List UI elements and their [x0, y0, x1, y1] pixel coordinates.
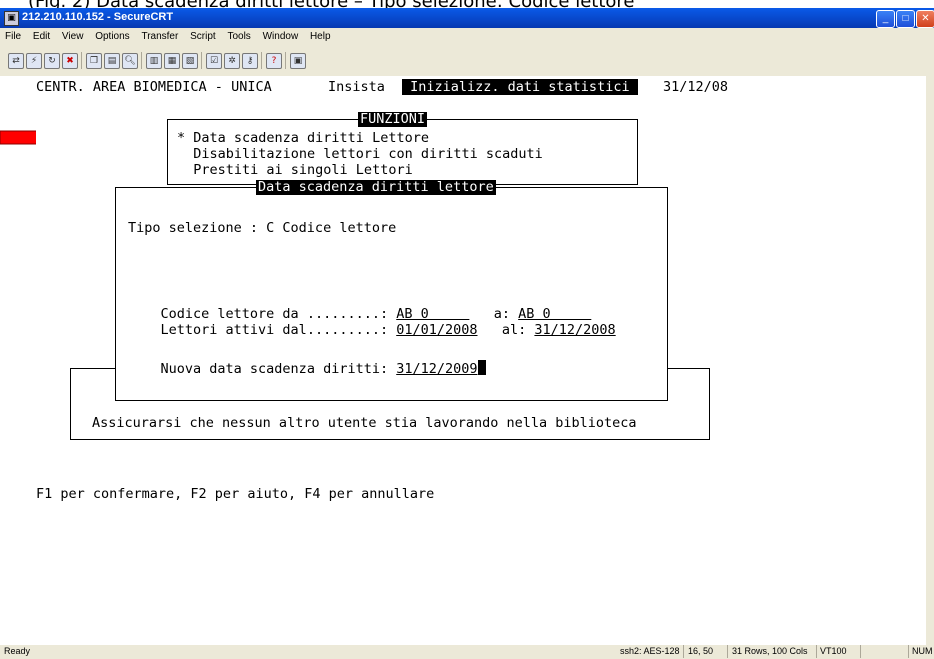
vertical-scrollbar[interactable]: [926, 76, 934, 645]
disconnect-icon[interactable]: ✖: [62, 53, 78, 69]
status-emulation: VT100: [820, 646, 847, 656]
status-bar: Ready ssh2: AES-128 16, 50 31 Rows, 100 …: [0, 645, 934, 659]
menu-item-data-scadenza[interactable]: * Data scadenza diritti Lettore: [177, 130, 429, 146]
reconnect-icon[interactable]: ↻: [44, 53, 60, 69]
minimize-button[interactable]: _: [876, 10, 895, 28]
paste-icon[interactable]: ▤: [104, 53, 120, 69]
status-cursor-pos: 16, 50: [688, 646, 714, 656]
global-options-icon[interactable]: ✲: [224, 53, 240, 69]
attivi-al-label: al:: [477, 322, 535, 338]
warning-text: Assicurarsi che nessun altro utente stia…: [92, 415, 637, 431]
attivi-dal-label: Lettori attivi dal.........:: [160, 322, 397, 338]
menu-bar: File Edit View Options Transfer Script T…: [0, 28, 934, 46]
menu-view[interactable]: View: [57, 28, 88, 42]
header-date: 31/12/08: [663, 79, 729, 95]
toolbar: ⇄ ⚡ ↻ ✖ ❐ ▤ 🔍︎ ▥ ▦ ▧ ☑ ✲ ⚷ ? ▣: [0, 46, 934, 77]
left-margin: [0, 76, 37, 645]
keymap-icon[interactable]: ⚷: [242, 53, 258, 69]
menu-script[interactable]: Script: [185, 28, 220, 42]
menu-item-disabilitazione[interactable]: Disabilitazione lettori con diritti scad…: [177, 146, 543, 162]
text-cursor: [477, 360, 486, 375]
print-setup-icon[interactable]: ▥: [146, 53, 162, 69]
attivi-dal-field[interactable]: 01/01/2008: [396, 322, 477, 338]
menu-help[interactable]: Help: [305, 28, 335, 42]
help-icon[interactable]: ?: [266, 53, 282, 69]
menu-options[interactable]: Options: [90, 28, 133, 42]
footer-keys: F1 per confermare, F2 per aiuto, F4 per …: [36, 486, 435, 502]
menu-item-prestiti[interactable]: Prestiti ai singoli Lettori: [177, 162, 412, 178]
status-num: NUM: [912, 646, 933, 656]
terminal-screen[interactable]: CENTR. AREA BIOMEDICA - UNICA Insista In…: [36, 76, 926, 645]
window-title: 212.210.110.152 - SecureCRT: [22, 11, 174, 23]
securecrt-app-icon[interactable]: ▣: [4, 11, 19, 26]
menu-window[interactable]: Window: [258, 28, 303, 42]
attivi-al-field[interactable]: 31/12/2008: [534, 322, 615, 338]
print-selection-icon[interactable]: ▧: [182, 53, 198, 69]
session-options-icon[interactable]: ☑: [206, 53, 222, 69]
funzioni-title: FUNZIONI: [358, 111, 428, 127]
window-title-bar[interactable]: ▣ 212.210.110.152 - SecureCRT _ □ ✕: [0, 8, 934, 28]
status-ready: Ready: [4, 646, 31, 656]
copy-icon[interactable]: ❐: [86, 53, 102, 69]
close-button[interactable]: ✕: [916, 10, 934, 28]
header-institution: CENTR. AREA BIOMEDICA - UNICA: [36, 79, 272, 95]
menu-tools[interactable]: Tools: [222, 28, 254, 42]
about-icon[interactable]: ▣: [290, 53, 306, 69]
find-icon[interactable]: 🔍︎: [122, 53, 138, 69]
maximize-button[interactable]: □: [896, 10, 915, 28]
nuova-data-label: Nuova data scadenza diritti:: [160, 361, 397, 377]
status-ssh: ssh2: AES-128: [620, 646, 680, 656]
tipo-selezione: Tipo selezione : C Codice lettore: [128, 220, 397, 236]
connect-icon[interactable]: ⇄: [8, 53, 24, 69]
print-icon[interactable]: ▦: [164, 53, 180, 69]
nuova-data-field[interactable]: 31/12/2009: [396, 361, 477, 377]
status-size: 31 Rows, 100 Cols: [732, 646, 808, 656]
header-function: Inizializz. dati statistici: [402, 79, 638, 95]
menu-file[interactable]: File: [0, 28, 25, 42]
menu-transfer[interactable]: Transfer: [136, 28, 182, 42]
quick-connect-icon[interactable]: ⚡: [26, 53, 42, 69]
header-user: Insista: [328, 79, 385, 95]
menu-edit[interactable]: Edit: [28, 28, 54, 42]
dialog-title: Data scadenza diritti lettore: [256, 179, 496, 195]
